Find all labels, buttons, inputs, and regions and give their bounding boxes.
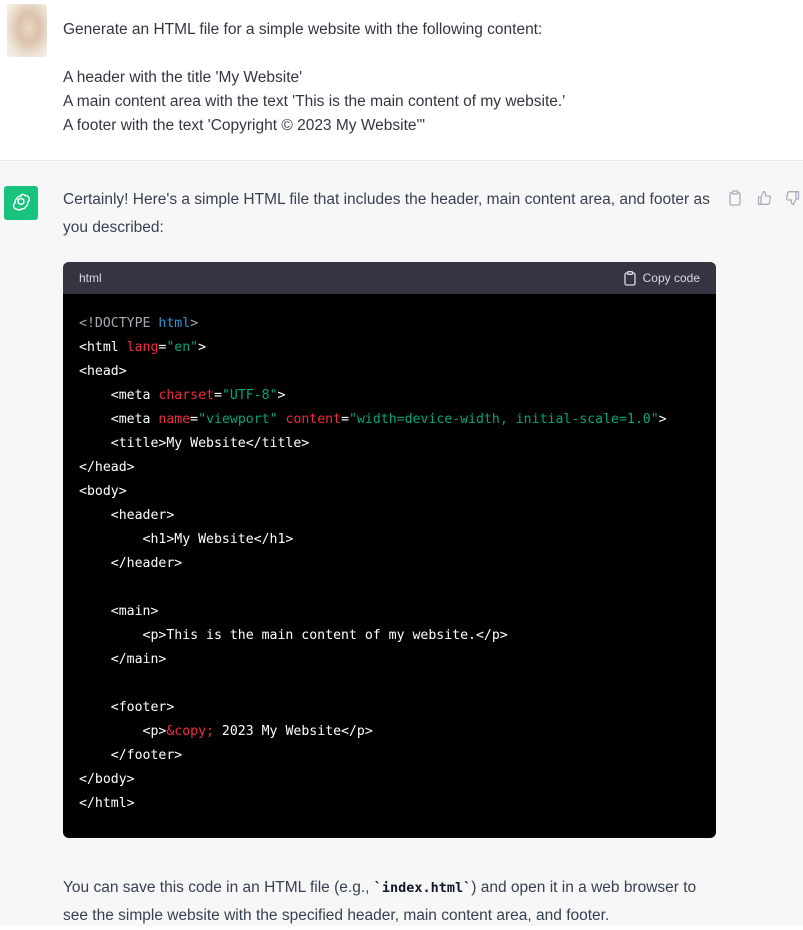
chatgpt-logo-icon	[4, 186, 38, 220]
code-line: </header>	[79, 556, 183, 571]
code-line: <body>	[79, 484, 127, 499]
inline-code: `index.html`	[373, 880, 472, 896]
user-message-text: Generate an HTML file for a simple websi…	[63, 18, 763, 138]
user-message-row: Generate an HTML file for a simple websi…	[0, 0, 803, 161]
message-actions	[727, 190, 801, 206]
user-message-line: A footer with the text 'Copyright © 2023…	[63, 117, 426, 134]
code-line: </html>	[79, 796, 135, 811]
code-line: <!DOCTYPE html>	[79, 316, 199, 331]
copy-code-label: Copy code	[642, 271, 700, 285]
user-message-line: Generate an HTML file for a simple websi…	[63, 21, 543, 38]
code-block: html Copy code <!DOCTYPE html> <html lang…	[63, 262, 716, 838]
code-line: <html lang="en">	[79, 340, 207, 355]
code-line: </head>	[79, 460, 135, 475]
assistant-intro-text: Certainly! Here's a simple HTML file tha…	[63, 191, 710, 236]
copy-code-button[interactable]: Copy code	[623, 270, 700, 286]
thumbs-up-icon[interactable]	[756, 190, 772, 206]
code-line: </body>	[79, 772, 135, 787]
outro-text-part: You can save this code in an HTML file (…	[63, 879, 374, 896]
user-message-blank-line	[63, 42, 763, 66]
clipboard-icon[interactable]	[727, 190, 743, 206]
code-line: <title>My Website</title>	[79, 436, 310, 451]
thumbs-down-icon[interactable]	[785, 190, 801, 206]
code-line: </main>	[79, 652, 167, 667]
user-message-line: A main content area with the text 'This …	[63, 93, 566, 110]
code-line: <meta name="viewport" content="width=dev…	[79, 412, 667, 427]
assistant-outro-text: You can save this code in an HTML file (…	[63, 874, 713, 930]
code-line: <h1>My Website</h1>	[79, 532, 294, 547]
user-message-line: A header with the title 'My Website'	[63, 69, 303, 86]
code-line: <meta charset="UTF-8">	[79, 388, 286, 403]
code-line: <p>This is the main content of my websit…	[79, 628, 508, 643]
code-line: <header>	[79, 508, 175, 523]
assistant-message-row: Certainly! Here's a simple HTML file tha…	[0, 162, 803, 926]
user-avatar	[7, 4, 47, 57]
code-block-header: html Copy code	[63, 262, 716, 294]
code-line: <main>	[79, 604, 159, 619]
code-content[interactable]: <!DOCTYPE html> <html lang="en"> <head> <m…	[79, 312, 667, 816]
code-line: <p>&copy; 2023 My Website</p>	[79, 724, 373, 739]
code-language-label: html	[79, 271, 102, 285]
code-line: <footer>	[79, 700, 175, 715]
clipboard-icon	[623, 270, 636, 286]
code-line: <head>	[79, 364, 127, 379]
code-line: </footer>	[79, 748, 183, 763]
